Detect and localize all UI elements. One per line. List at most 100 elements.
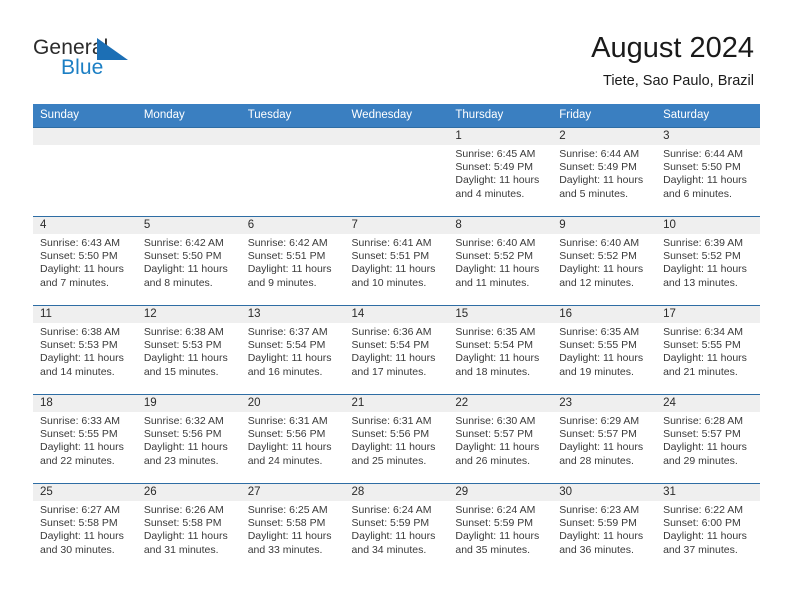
calendar-day-cell[interactable]: 13 Sunrise: 6:37 AM Sunset: 5:54 PM Dayligh… bbox=[240, 305, 345, 395]
calendar-day-cell[interactable]: 7 Sunrise: 6:41 AM Sunset: 5:51 PM Daylight… bbox=[344, 216, 449, 306]
daylight-text-line2: and 25 minutes. bbox=[351, 454, 427, 467]
day-details bbox=[345, 145, 449, 148]
calendar-day-cell[interactable]: 11 Sunrise: 6:38 AM Sunset: 5:53 PM Dayligh… bbox=[33, 305, 137, 395]
calendar-day-cell[interactable]: 4 Sunrise: 6:43 AM Sunset: 5:50 PM Daylight… bbox=[33, 216, 137, 306]
calendar-day-cell[interactable]: 27 Sunrise: 6:25 AM Sunset: 5:58 PM Dayligh… bbox=[240, 483, 345, 572]
sunrise-text: Sunrise: 6:35 AM bbox=[455, 326, 536, 338]
day-details: Sunrise: 6:28 AM Sunset: 5:57 PM Daylight:… bbox=[656, 412, 760, 468]
day-details: Sunrise: 6:35 AM Sunset: 5:54 PM Daylight:… bbox=[448, 323, 552, 379]
day-number: 11 bbox=[33, 306, 137, 323]
sunset-text: Sunset: 5:57 PM bbox=[455, 428, 534, 441]
calendar-day-cell[interactable]: 1 Sunrise: 6:45 AM Sunset: 5:49 PM Daylight… bbox=[448, 127, 553, 217]
calendar-day-cell[interactable]: 22 Sunrise: 6:30 AM Sunset: 5:57 PM Dayligh… bbox=[448, 394, 553, 484]
daylight-text-line2: and 18 minutes. bbox=[455, 365, 531, 378]
day-number: 7 bbox=[344, 217, 449, 234]
calendar-day-cell[interactable]: 31 Sunrise: 6:22 AM Sunset: 6:00 PM Dayligh… bbox=[656, 483, 760, 572]
sunset-text: Sunset: 5:58 PM bbox=[143, 517, 222, 530]
calendar-day-cell[interactable]: 6 Sunrise: 6:42 AM Sunset: 5:51 PM Daylight… bbox=[240, 216, 345, 306]
calendar-day-cell[interactable]: 12 Sunrise: 6:38 AM Sunset: 5:53 PM Dayligh… bbox=[136, 305, 241, 395]
day-details: Sunrise: 6:42 AM Sunset: 5:51 PM Daylight:… bbox=[241, 234, 345, 290]
calendar-day-cell-empty bbox=[33, 127, 137, 217]
day-cell-content bbox=[344, 128, 449, 216]
sunset-text: Sunset: 5:52 PM bbox=[559, 250, 637, 263]
calendar-day-cell[interactable]: 18 Sunrise: 6:33 AM Sunset: 5:55 PM Dayligh… bbox=[33, 394, 137, 484]
daylight-text-line1: Daylight: 11 hours bbox=[455, 352, 540, 365]
daylight-text-line1: Daylight: 11 hours bbox=[559, 174, 644, 187]
day-cell-content: 22 Sunrise: 6:30 AM Sunset: 5:57 PM Dayligh… bbox=[448, 395, 553, 483]
calendar-week-row: 25 Sunrise: 6:27 AM Sunset: 5:58 PM Dayligh… bbox=[33, 483, 760, 572]
daylight-text-line2: and 4 minutes. bbox=[455, 187, 525, 200]
sunset-text: Sunset: 5:50 PM bbox=[663, 161, 741, 174]
sunset-text: Sunset: 5:56 PM bbox=[143, 428, 222, 441]
daylight-text-line1: Daylight: 11 hours bbox=[351, 352, 436, 365]
calendar-day-cell[interactable]: 15 Sunrise: 6:35 AM Sunset: 5:54 PM Dayligh… bbox=[448, 305, 553, 395]
day-number: 20 bbox=[240, 395, 345, 412]
day-cell-content: 30 Sunrise: 6:23 AM Sunset: 5:59 PM Dayligh… bbox=[552, 484, 657, 572]
day-cell-content: 7 Sunrise: 6:41 AM Sunset: 5:51 PM Daylight… bbox=[344, 217, 449, 305]
calendar-day-cell[interactable]: 8 Sunrise: 6:40 AM Sunset: 5:52 PM Daylight… bbox=[448, 216, 553, 306]
day-details: Sunrise: 6:34 AM Sunset: 5:55 PM Daylight:… bbox=[656, 323, 760, 379]
calendar-day-cell[interactable]: 21 Sunrise: 6:31 AM Sunset: 5:56 PM Dayligh… bbox=[344, 394, 449, 484]
calendar-day-cell[interactable]: 26 Sunrise: 6:26 AM Sunset: 5:58 PM Dayligh… bbox=[136, 483, 241, 572]
day-number: 31 bbox=[656, 484, 760, 501]
day-number: 1 bbox=[448, 128, 553, 145]
weekday-header-sunday: Sunday bbox=[33, 104, 137, 128]
daylight-text-line1: Daylight: 11 hours bbox=[559, 263, 644, 276]
sunset-text: Sunset: 5:57 PM bbox=[559, 428, 637, 441]
day-cell-content: 31 Sunrise: 6:22 AM Sunset: 6:00 PM Dayligh… bbox=[656, 484, 760, 572]
page-subtitle: Tiete, Sao Paulo, Brazil bbox=[603, 73, 754, 89]
calendar-day-cell[interactable]: 30 Sunrise: 6:23 AM Sunset: 5:59 PM Dayligh… bbox=[552, 483, 657, 572]
calendar-day-cell[interactable]: 9 Sunrise: 6:40 AM Sunset: 5:52 PM Daylight… bbox=[552, 216, 657, 306]
calendar-day-cell-empty bbox=[344, 127, 449, 217]
day-details: Sunrise: 6:36 AM Sunset: 5:54 PM Daylight:… bbox=[345, 323, 449, 379]
day-cell-content: 17 Sunrise: 6:34 AM Sunset: 5:55 PM Dayligh… bbox=[656, 306, 760, 394]
calendar-day-cell[interactable]: 10 Sunrise: 6:39 AM Sunset: 5:52 PM Dayligh… bbox=[656, 216, 760, 306]
calendar-day-cell-empty bbox=[240, 127, 345, 217]
day-number: 15 bbox=[448, 306, 553, 323]
brand-logo[interactable]: General Blue bbox=[33, 36, 163, 86]
sunset-text: Sunset: 5:52 PM bbox=[663, 250, 741, 263]
day-details: Sunrise: 6:24 AM Sunset: 5:59 PM Daylight:… bbox=[345, 501, 449, 557]
daylight-text-line2: and 33 minutes. bbox=[247, 543, 323, 556]
day-cell-content bbox=[136, 128, 241, 216]
weekday-header-saturday: Saturday bbox=[656, 104, 760, 128]
daylight-text-line1: Daylight: 11 hours bbox=[455, 174, 540, 187]
weekday-header-tuesday: Tuesday bbox=[240, 104, 345, 128]
day-cell-content: 23 Sunrise: 6:29 AM Sunset: 5:57 PM Dayligh… bbox=[552, 395, 657, 483]
daylight-text-line2: and 17 minutes. bbox=[351, 365, 427, 378]
calendar-day-cell[interactable]: 3 Sunrise: 6:44 AM Sunset: 5:50 PM Daylight… bbox=[656, 127, 760, 217]
day-cell-content: 21 Sunrise: 6:31 AM Sunset: 5:56 PM Dayligh… bbox=[344, 395, 449, 483]
day-cell-content: 5 Sunrise: 6:42 AM Sunset: 5:50 PM Daylight… bbox=[136, 217, 241, 305]
day-number: 3 bbox=[656, 128, 760, 145]
calendar-day-cell[interactable]: 20 Sunrise: 6:31 AM Sunset: 5:56 PM Dayligh… bbox=[240, 394, 345, 484]
calendar-day-cell[interactable]: 24 Sunrise: 6:28 AM Sunset: 5:57 PM Dayligh… bbox=[656, 394, 760, 484]
calendar-day-cell[interactable]: 16 Sunrise: 6:35 AM Sunset: 5:55 PM Dayligh… bbox=[552, 305, 657, 395]
calendar-day-cell[interactable]: 19 Sunrise: 6:32 AM Sunset: 5:56 PM Dayligh… bbox=[136, 394, 241, 484]
daylight-text-line2: and 23 minutes. bbox=[143, 454, 219, 467]
day-details: Sunrise: 6:37 AM Sunset: 5:54 PM Daylight:… bbox=[241, 323, 345, 379]
day-cell-content: 1 Sunrise: 6:45 AM Sunset: 5:49 PM Daylight… bbox=[448, 128, 553, 216]
sunset-text: Sunset: 5:49 PM bbox=[455, 161, 534, 174]
daylight-text-line1: Daylight: 11 hours bbox=[351, 263, 436, 276]
sunrise-text: Sunrise: 6:33 AM bbox=[40, 415, 120, 427]
calendar-day-cell[interactable]: 17 Sunrise: 6:34 AM Sunset: 5:55 PM Dayligh… bbox=[656, 305, 760, 395]
weekday-header-wednesday: Wednesday bbox=[344, 104, 449, 128]
daylight-text-line2: and 5 minutes. bbox=[559, 187, 629, 200]
sunrise-text: Sunrise: 6:44 AM bbox=[663, 148, 744, 160]
calendar-day-cell[interactable]: 23 Sunrise: 6:29 AM Sunset: 5:57 PM Dayligh… bbox=[552, 394, 657, 484]
sunset-text: Sunset: 5:58 PM bbox=[247, 517, 326, 530]
daylight-text-line2: and 7 minutes. bbox=[40, 276, 109, 289]
day-number: 16 bbox=[552, 306, 657, 323]
calendar-day-cell[interactable]: 14 Sunrise: 6:36 AM Sunset: 5:54 PM Dayligh… bbox=[344, 305, 449, 395]
sunset-text: Sunset: 5:50 PM bbox=[143, 250, 222, 263]
day-number: 14 bbox=[344, 306, 449, 323]
day-cell-content: 4 Sunrise: 6:43 AM Sunset: 5:50 PM Daylight… bbox=[33, 217, 137, 305]
day-number: 25 bbox=[33, 484, 137, 501]
day-number: 26 bbox=[136, 484, 241, 501]
calendar-day-cell[interactable]: 2 Sunrise: 6:44 AM Sunset: 5:49 PM Daylight… bbox=[552, 127, 657, 217]
calendar-day-cell[interactable]: 29 Sunrise: 6:24 AM Sunset: 5:59 PM Dayligh… bbox=[448, 483, 553, 572]
calendar-day-cell[interactable]: 28 Sunrise: 6:24 AM Sunset: 5:59 PM Dayligh… bbox=[344, 483, 449, 572]
calendar-day-cell[interactable]: 5 Sunrise: 6:42 AM Sunset: 5:50 PM Daylight… bbox=[136, 216, 241, 306]
calendar-day-cell[interactable]: 25 Sunrise: 6:27 AM Sunset: 5:58 PM Dayligh… bbox=[33, 483, 137, 572]
daylight-text-line2: and 10 minutes. bbox=[351, 276, 427, 289]
